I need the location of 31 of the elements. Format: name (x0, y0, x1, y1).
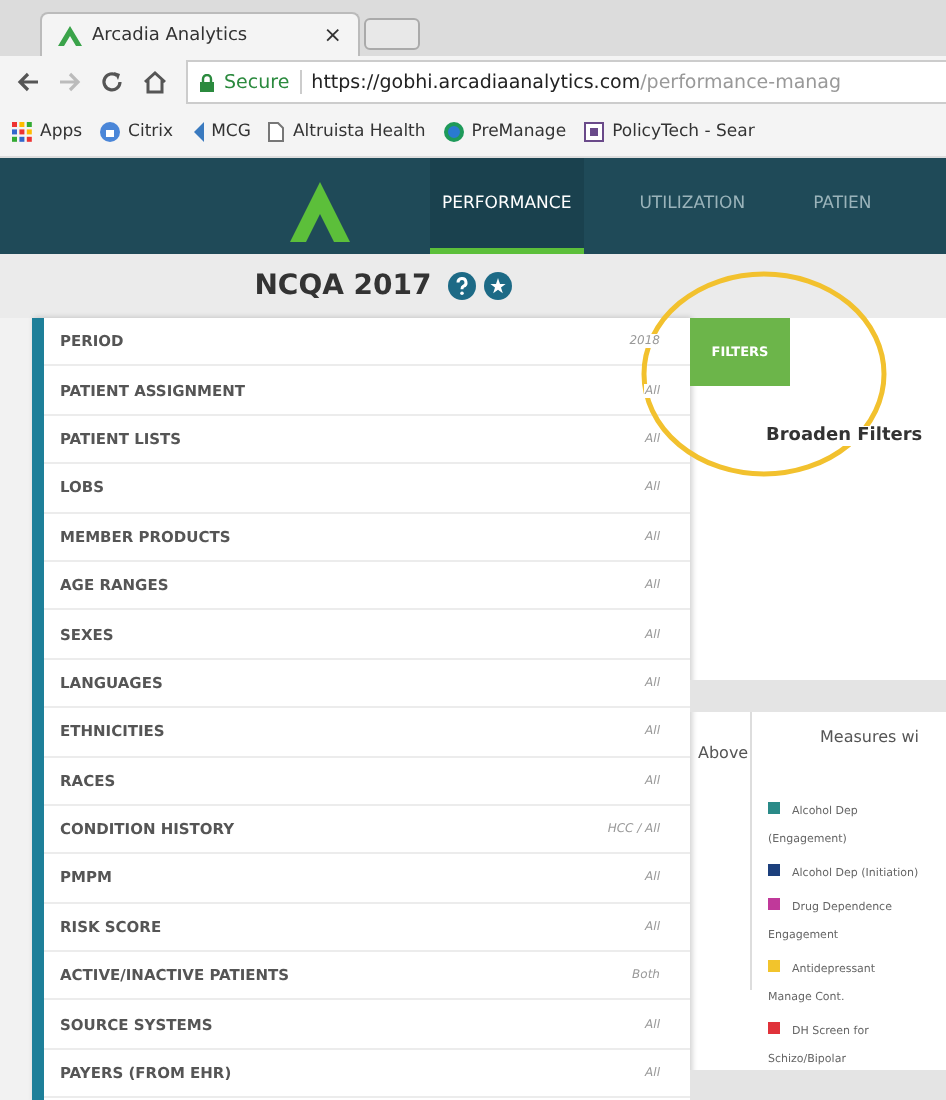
nav-tab[interactable]: PATIEN (801, 158, 884, 254)
help-icon[interactable] (447, 272, 476, 300)
globe-icon (443, 122, 464, 142)
browser-tab[interactable]: Arcadia Analytics × (40, 12, 360, 56)
bookmark-item[interactable]: PreManage (443, 122, 567, 142)
nav-tab[interactable]: UTILIZATION (627, 158, 758, 254)
bookmark-item[interactable]: Altruista Health (268, 122, 426, 142)
back-icon[interactable] (16, 70, 40, 94)
close-tab-button[interactable]: × (323, 22, 342, 48)
apps-grid-icon (12, 122, 32, 142)
mountain-logo (290, 182, 350, 242)
column-header: Above (696, 744, 749, 763)
star-icon[interactable] (483, 272, 512, 300)
page-icon (268, 122, 285, 142)
address-bar[interactable]: Secure https://gobhi.arcadiaanalytics.com/performance-manag (186, 60, 946, 104)
bookmark-item[interactable]: Apps (12, 122, 83, 142)
home-icon[interactable] (142, 70, 168, 94)
circle-icon (100, 122, 121, 142)
lock-icon (200, 73, 214, 91)
broaden-filters-text: Broaden Filters (766, 426, 923, 446)
column-header: Measures wi (818, 728, 921, 747)
triangle-icon (191, 122, 204, 142)
page-title: NCQA 2017 (254, 270, 432, 302)
bookmark-item[interactable]: PolicyTech - Sear (584, 122, 755, 142)
reload-icon[interactable] (100, 70, 124, 94)
tab-title: Arcadia Analytics (92, 25, 250, 45)
bookmark-item[interactable]: MCG (191, 122, 251, 142)
square-icon (584, 122, 605, 142)
nav-tab[interactable]: PERFORMANCE (430, 158, 584, 254)
bookmark-item[interactable]: Citrix (100, 122, 174, 142)
mountain-icon (58, 25, 82, 45)
